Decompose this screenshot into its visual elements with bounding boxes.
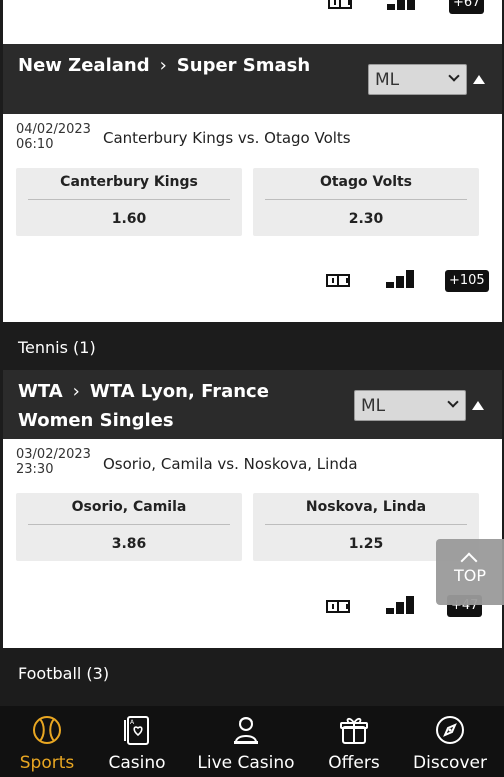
selection-odds: 3.86 — [111, 536, 147, 552]
nav-label: Offers — [328, 753, 380, 773]
more-markets-badge[interactable]: +67 — [449, 0, 485, 14]
match-tracker-icon[interactable] — [326, 600, 350, 613]
sport-section-label: Football (3) — [18, 664, 110, 683]
nav-label: Discover — [413, 753, 487, 773]
match-card: 03/02/2023 23:30 Osorio, Camila vs. Nosk… — [3, 439, 502, 648]
selection-name: Osorio, Camila — [71, 499, 187, 515]
nav-item-discover[interactable]: Discover — [396, 706, 504, 777]
selection-odds: 2.30 — [348, 211, 384, 227]
sport-section-label: Tennis (1) — [18, 338, 96, 357]
match-date: 04/02/2023 — [16, 122, 91, 137]
odds-button-home[interactable]: Canterbury Kings 1.60 — [16, 168, 242, 236]
casino-cards-icon: A — [124, 716, 149, 745]
match-time: 23:30 — [16, 462, 54, 477]
market-select-value: ML — [375, 70, 400, 90]
sport-section-tennis[interactable]: Tennis (1) — [3, 324, 502, 369]
previous-match-card: +67 — [3, 0, 502, 44]
match-tracker-icon[interactable] — [326, 274, 350, 287]
chevron-down-icon — [447, 396, 459, 408]
scroll-to-top-button[interactable]: TOP — [436, 539, 504, 605]
sport-section-football[interactable]: Football (3) — [3, 650, 502, 696]
odds-button-away[interactable]: Otago Volts 2.30 — [253, 168, 479, 236]
scroll-to-top-label: TOP — [453, 566, 486, 585]
match-time: 06:10 — [16, 137, 54, 152]
selection-name: Noskova, Linda — [305, 499, 427, 515]
gift-offers-icon — [340, 717, 368, 744]
match-datetime: 03/02/2023 23:30 — [16, 447, 91, 477]
league-country[interactable]: WTA — [18, 381, 63, 402]
league-competition[interactable]: Super Smash — [177, 55, 310, 76]
market-select-value: ML — [361, 396, 386, 416]
divider — [28, 199, 230, 200]
nav-item-sports[interactable]: Sports — [0, 706, 94, 777]
league-header[interactable]: WTA › WTA Lyon, France Women Singles ML — [3, 370, 502, 439]
league-country[interactable]: New Zealand — [18, 55, 150, 76]
match-title[interactable]: Osorio, Camila vs. Noskova, Linda — [103, 455, 358, 473]
nav-label: Live Casino — [197, 753, 295, 773]
breadcrumb-chevron-icon: › — [159, 55, 167, 76]
stats-icon[interactable] — [387, 0, 417, 10]
selection-name: Canterbury Kings — [60, 174, 198, 190]
stats-icon[interactable] — [386, 596, 416, 614]
stats-icon[interactable] — [386, 270, 416, 288]
market-select[interactable]: ML — [354, 390, 466, 421]
nav-label: Sports — [19, 753, 75, 773]
match-date: 03/02/2023 — [16, 447, 91, 462]
match-title[interactable]: Canterbury Kings vs. Otago Volts — [103, 129, 351, 147]
svg-text:A: A — [130, 719, 135, 726]
league-title: WTA › WTA Lyon, France Women Singles — [18, 377, 348, 435]
odds-button-home[interactable]: Osorio, Camila 3.86 — [16, 493, 242, 561]
league-title: New Zealand › Super Smash — [18, 51, 348, 80]
chevron-down-icon — [448, 70, 460, 82]
match-datetime: 04/02/2023 06:10 — [16, 122, 91, 152]
nav-item-casino[interactable]: A Casino — [94, 706, 180, 777]
selection-name: Otago Volts — [319, 174, 413, 190]
nav-item-live-casino[interactable]: Live Casino — [180, 706, 312, 777]
match-card: 04/02/2023 06:10 Canterbury Kings vs. Ot… — [3, 114, 502, 322]
bottom-navigation: Sports A Casino Live Casino Offers Disco… — [0, 706, 504, 777]
divider — [265, 524, 467, 525]
live-dealer-icon — [234, 717, 258, 744]
collapse-up-icon[interactable] — [473, 75, 485, 84]
selection-odds: 1.60 — [111, 211, 147, 227]
match-tracker-icon[interactable] — [328, 0, 352, 9]
collapse-up-icon[interactable] — [472, 401, 484, 410]
more-markets-badge[interactable]: +105 — [445, 270, 489, 292]
divider — [28, 524, 230, 525]
league-header[interactable]: New Zealand › Super Smash ML — [3, 44, 502, 114]
sports-ball-icon — [33, 716, 61, 744]
market-select[interactable]: ML — [368, 64, 467, 95]
compass-icon — [436, 716, 464, 744]
nav-item-offers[interactable]: Offers — [312, 706, 396, 777]
divider — [265, 199, 467, 200]
nav-label: Casino — [108, 753, 166, 773]
breadcrumb-chevron-icon: › — [72, 381, 80, 402]
